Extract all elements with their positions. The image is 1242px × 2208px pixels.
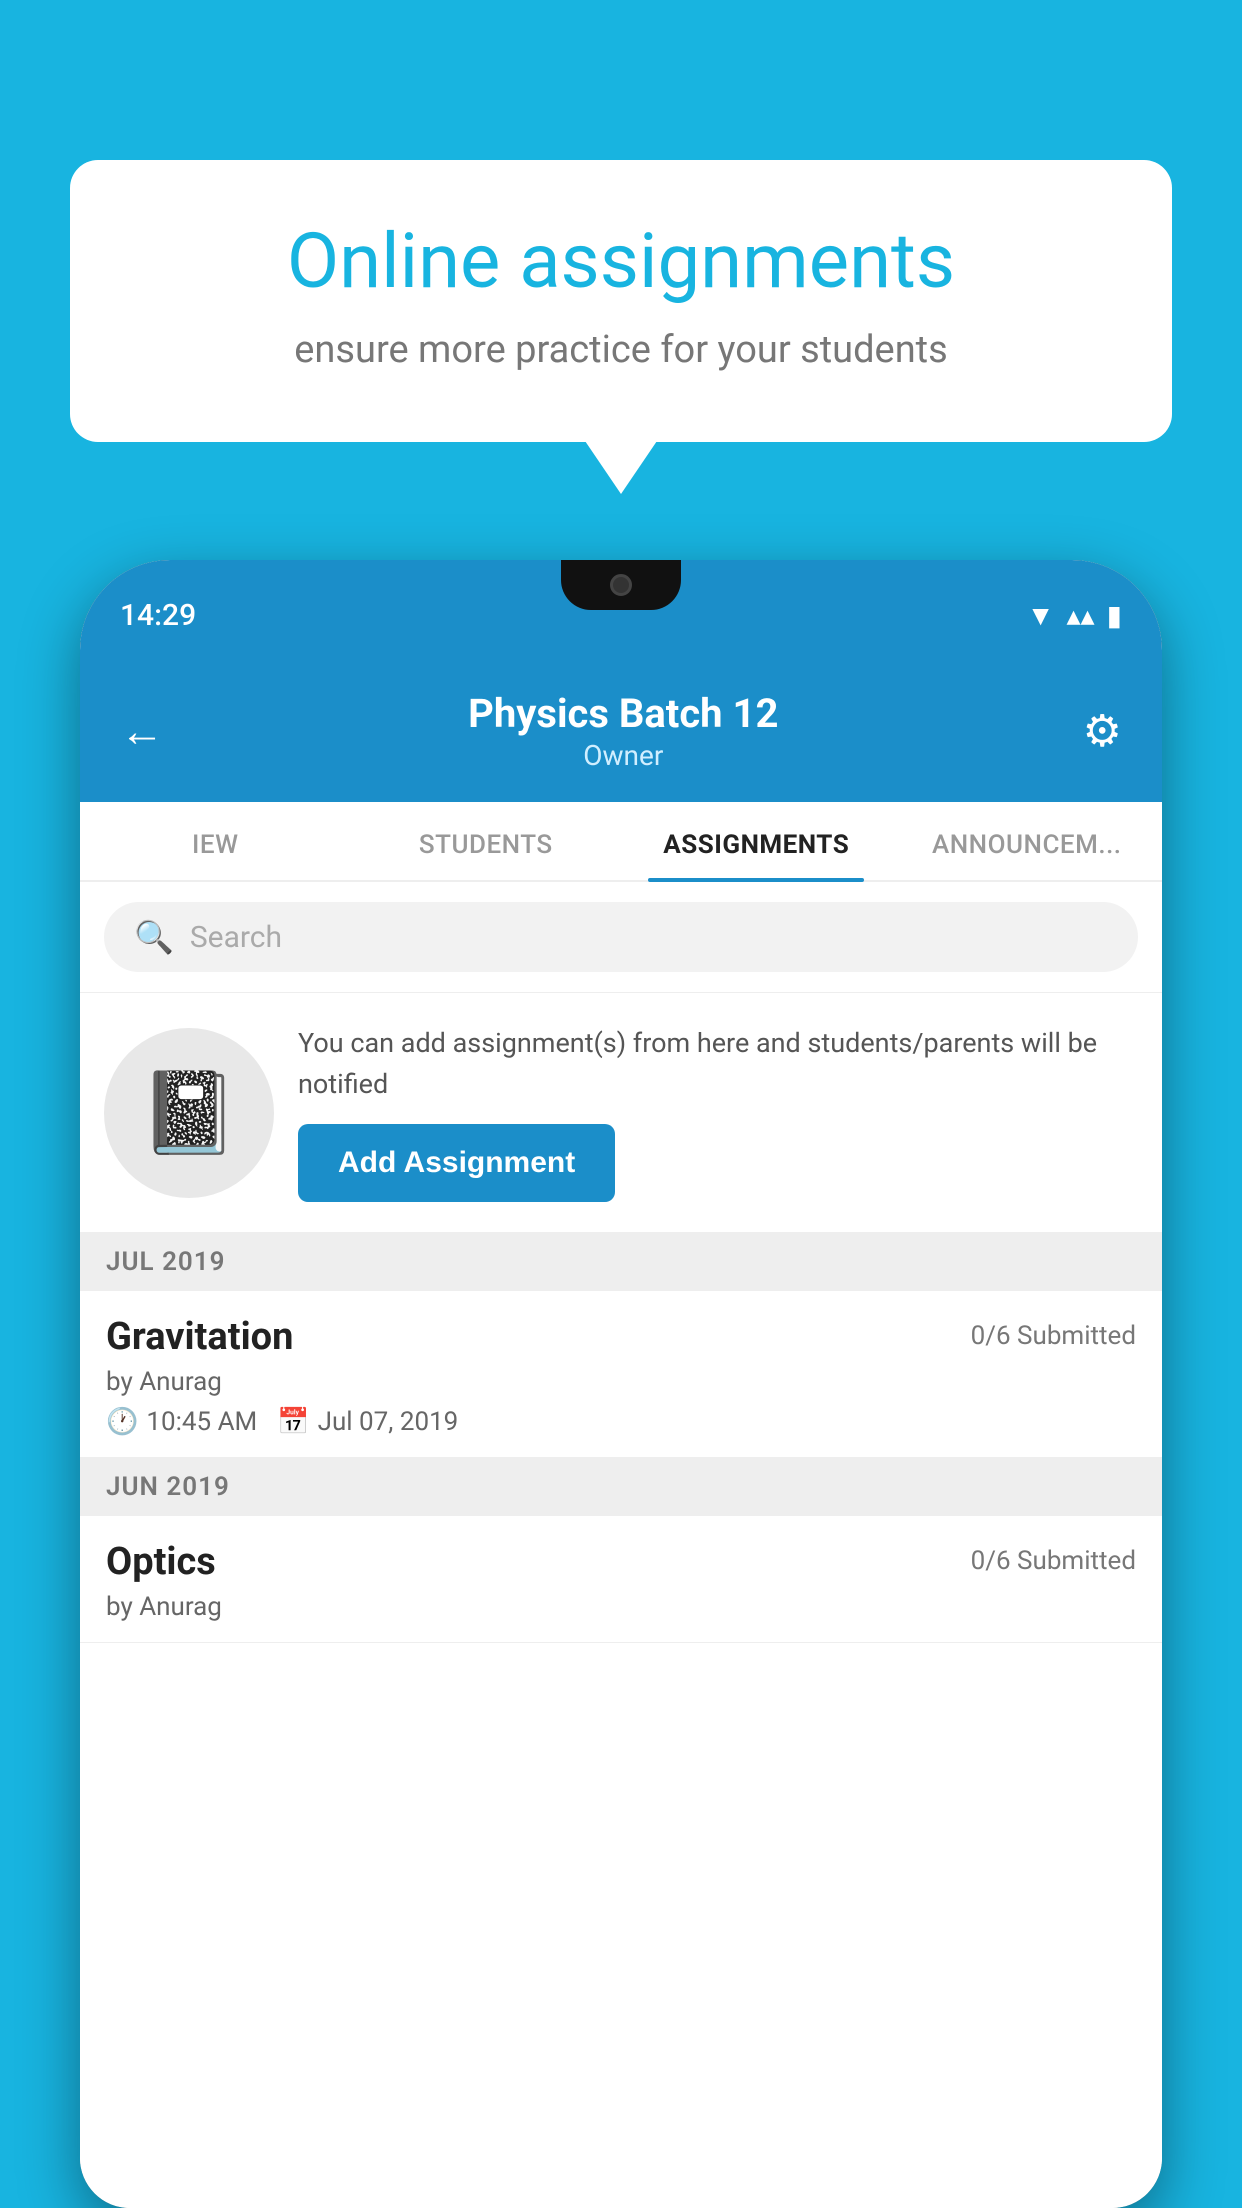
wifi-icon: ▼ [1027, 599, 1055, 632]
tab-iew[interactable]: IEW [80, 802, 351, 880]
section-header-jun: JUN 2019 [80, 1458, 1162, 1516]
tab-students[interactable]: STUDENTS [351, 802, 622, 880]
section-label-jun: JUN 2019 [106, 1472, 230, 1502]
back-button[interactable]: ← [120, 705, 164, 757]
phone-notch [561, 560, 681, 610]
search-placeholder: Search [190, 920, 282, 955]
bubble-subtitle: ensure more practice for your students [140, 328, 1102, 372]
promo-text-col: You can add assignment(s) from here and … [298, 1023, 1138, 1202]
header-title: Physics Batch 12 [164, 690, 1083, 737]
tabs-bar: IEW STUDENTS ASSIGNMENTS ANNOUNCEM... [80, 802, 1162, 882]
assignment-name-gravitation: Gravitation [106, 1315, 293, 1359]
clock-icon: 🕐 [106, 1407, 138, 1437]
assignment-date-gravitation: 📅 Jul 07, 2019 [277, 1407, 458, 1437]
section-header-jul: JUL 2019 [80, 1233, 1162, 1291]
tab-assignments[interactable]: ASSIGNMENTS [621, 802, 892, 880]
notebook-icon: 📓 [139, 1066, 239, 1160]
assignment-time-gravitation: 🕐 10:45 AM [106, 1407, 257, 1437]
search-bar[interactable]: 🔍 Search [104, 902, 1138, 972]
status-icons: ▼ ▴▴ ▮ [1027, 599, 1122, 632]
promo-icon-circle: 📓 [104, 1028, 274, 1198]
screen-content: 🔍 Search 📓 You can add assignment(s) fro… [80, 882, 1162, 2208]
assignment-by-gravitation: by Anurag [106, 1367, 1136, 1397]
search-icon: 🔍 [134, 918, 174, 956]
speech-bubble: Online assignments ensure more practice … [70, 160, 1172, 442]
assignment-name-optics: Optics [106, 1540, 216, 1584]
phone-frame: 14:29 ▼ ▴▴ ▮ ← Physics Batch 12 Owner ⚙ … [80, 560, 1162, 2208]
promo-description: You can add assignment(s) from here and … [298, 1023, 1138, 1104]
bubble-title: Online assignments [140, 220, 1102, 304]
assignment-row-top: Gravitation 0/6 Submitted [106, 1315, 1136, 1359]
promo-box: 📓 You can add assignment(s) from here an… [80, 993, 1162, 1233]
header-center: Physics Batch 12 Owner [164, 690, 1083, 772]
settings-icon[interactable]: ⚙ [1083, 705, 1122, 757]
phone-screen: 14:29 ▼ ▴▴ ▮ ← Physics Batch 12 Owner ⚙ … [80, 560, 1162, 2208]
camera [610, 574, 632, 596]
battery-icon: ▮ [1107, 599, 1122, 632]
speech-bubble-container: Online assignments ensure more practice … [70, 160, 1172, 442]
tab-announcements[interactable]: ANNOUNCEM... [892, 802, 1163, 880]
assignment-row-top-optics: Optics 0/6 Submitted [106, 1540, 1136, 1584]
status-bar: 14:29 ▼ ▴▴ ▮ [80, 560, 1162, 670]
assignment-submitted-optics: 0/6 Submitted [971, 1546, 1136, 1576]
assignment-row-gravitation[interactable]: Gravitation 0/6 Submitted by Anurag 🕐 10… [80, 1291, 1162, 1458]
add-assignment-button[interactable]: Add Assignment [298, 1124, 615, 1202]
assignment-submitted-gravitation: 0/6 Submitted [971, 1321, 1136, 1351]
signal-icon: ▴▴ [1066, 599, 1094, 632]
calendar-icon: 📅 [277, 1407, 309, 1437]
header-subtitle: Owner [164, 739, 1083, 772]
search-bar-wrap: 🔍 Search [80, 882, 1162, 993]
assignment-row-optics[interactable]: Optics 0/6 Submitted by Anurag [80, 1516, 1162, 1643]
assignment-meta-gravitation: 🕐 10:45 AM 📅 Jul 07, 2019 [106, 1407, 1136, 1437]
section-label-jul: JUL 2019 [106, 1247, 226, 1277]
status-time: 14:29 [120, 598, 196, 633]
app-header: ← Physics Batch 12 Owner ⚙ [80, 670, 1162, 802]
assignment-by-optics: by Anurag [106, 1592, 1136, 1622]
